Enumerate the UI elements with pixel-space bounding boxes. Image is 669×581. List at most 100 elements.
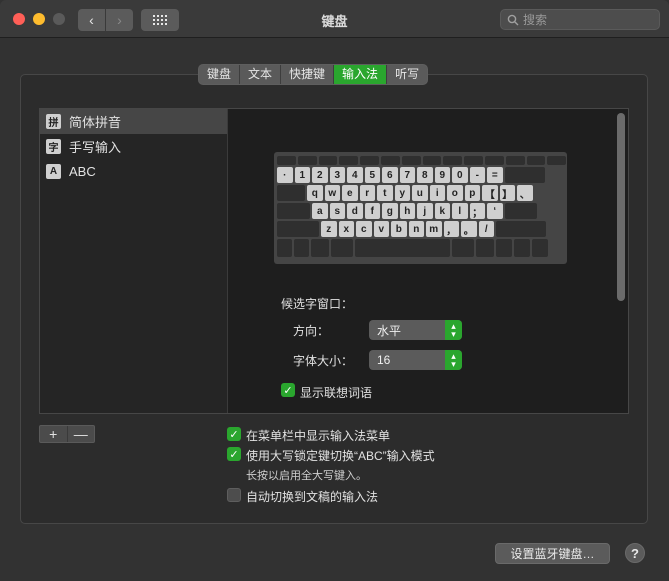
font-size-label: 字体大小： [293, 354, 354, 368]
show-predictive-label: 显示联想词语 [300, 386, 373, 400]
capslock-hint: 长按以启用全大写键入。 [246, 470, 367, 482]
keyboard-preferences-window: ‹ › 键盘 搜索 键盘 文本 快捷键 输入法 听写 拼简体拼音字手写输入 A ABC · 1… [0, 0, 669, 581]
key-blank [526, 156, 546, 165]
help-button[interactable]: ? [625, 543, 645, 563]
key: · [277, 167, 293, 183]
capslock-switch-label: 使用大写锁定键切换“ABC”输入模式 [246, 449, 435, 463]
key: b [391, 221, 407, 237]
key-blank [496, 221, 546, 237]
tab-4[interactable]: 听写 [387, 65, 427, 84]
checkmark-icon: ✓ [283, 384, 293, 397]
tab-bar: 键盘 文本 快捷键 输入法 听写 [198, 64, 429, 85]
key-blank [496, 239, 512, 257]
key-blank [331, 239, 353, 257]
key-blank [294, 239, 309, 257]
key: r [359, 185, 375, 201]
updown-chevron-icon: ▴ ▾ [445, 320, 462, 340]
key: m [426, 221, 442, 237]
remove-source-button[interactable]: — [68, 426, 95, 442]
key-blank [514, 239, 530, 257]
input-source-item[interactable]: 拼简体拼音 [40, 109, 227, 134]
tab-2[interactable]: 快捷键 [281, 65, 335, 84]
key-blank [464, 156, 483, 165]
key-blank [318, 156, 338, 165]
key: 9 [434, 167, 450, 183]
key-blank [504, 167, 545, 183]
direction-value: 水平 [377, 323, 402, 338]
key: = [487, 167, 503, 183]
show-predictive-checkbox[interactable]: ✓ [281, 383, 295, 397]
key: j [417, 203, 433, 219]
key-blank [277, 221, 319, 237]
key: 7 [399, 167, 415, 183]
key: d [347, 203, 363, 219]
key: 5 [364, 167, 380, 183]
key: k [434, 203, 450, 219]
key: f [364, 203, 380, 219]
key: 】 [499, 185, 515, 201]
key: y [394, 185, 410, 201]
key: 6 [382, 167, 398, 183]
key: v [373, 221, 389, 237]
input-source-list[interactable]: 拼简体拼音字手写输入 A ABC [40, 109, 228, 413]
key-blank [547, 156, 567, 165]
input-source-item[interactable]: 字手写输入 [40, 134, 227, 159]
tab-0[interactable]: 键盘 [199, 65, 241, 84]
tab-1[interactable]: 文本 [240, 65, 282, 84]
key: z [321, 221, 337, 237]
auto-switch-label: 自动切换到文稿的输入法 [246, 490, 379, 504]
search-field[interactable]: 搜索 [500, 9, 660, 30]
input-source-item[interactable]: A ABC [40, 159, 227, 184]
key-blank [452, 239, 474, 257]
input-source-label: ABC [69, 164, 96, 179]
key: o [447, 185, 463, 201]
key: u [412, 185, 428, 201]
capslock-switch-checkbox[interactable]: ✓ [227, 447, 241, 461]
key: ‘ [487, 203, 503, 219]
key-blank [532, 239, 548, 257]
input-source-icon: 拼 [46, 114, 61, 129]
key: 3 [329, 167, 345, 183]
font-size-select[interactable]: 16 ▴ ▾ [369, 350, 462, 370]
key: 1 [294, 167, 310, 183]
key: p [464, 185, 480, 201]
input-source-icon: A [46, 164, 61, 179]
show-in-menubar-checkbox[interactable]: ✓ [227, 427, 241, 441]
key-blank [277, 239, 292, 257]
tab-3[interactable]: 输入法 [334, 65, 388, 84]
key: w [324, 185, 340, 201]
candidate-window-label: 候选字窗口： [281, 297, 354, 311]
key: l [452, 203, 468, 219]
key-blank [504, 203, 537, 219]
auto-switch-checkbox[interactable] [227, 488, 241, 502]
key: ， [443, 221, 459, 237]
add-source-button[interactable]: + [40, 426, 68, 442]
key: 2 [312, 167, 328, 183]
key-blank [484, 156, 504, 165]
key-blank [401, 156, 421, 165]
key: c [356, 221, 372, 237]
key: i [429, 185, 445, 201]
key-blank [505, 156, 525, 165]
key-blank [311, 239, 329, 257]
direction-select[interactable]: 水平 ▴ ▾ [369, 320, 462, 340]
setup-bluetooth-keyboard-button[interactable]: 设置蓝牙键盘… [495, 543, 610, 564]
key: q [307, 185, 323, 201]
key: - [469, 167, 485, 183]
key: n [408, 221, 424, 237]
key: 、 [517, 185, 533, 201]
key: 4 [347, 167, 363, 183]
scrollbar-thumb[interactable] [617, 113, 625, 301]
key-blank [422, 156, 442, 165]
search-placeholder: 搜索 [523, 13, 548, 27]
key-blank [443, 156, 463, 165]
key: 【 [482, 185, 498, 201]
direction-label: 方向： [293, 324, 330, 338]
show-in-menubar-label: 在菜单栏中显示输入法菜单 [246, 429, 391, 443]
key: 8 [417, 167, 433, 183]
checkmark-icon: ✓ [229, 448, 239, 461]
key-blank [297, 156, 317, 165]
keyboard-preview: · 1 2 3 4 5 6 7 8 9 0- = q w e r t y u i o p 【】、 a s d f g h j k l； ‘ z x c… [274, 152, 567, 264]
key: h [399, 203, 415, 219]
input-sources-box: 拼简体拼音字手写输入 A ABC · 1 2 3 4 5 6 7 8 9 0- = q w e r t y u i o p 【】… [39, 108, 629, 414]
